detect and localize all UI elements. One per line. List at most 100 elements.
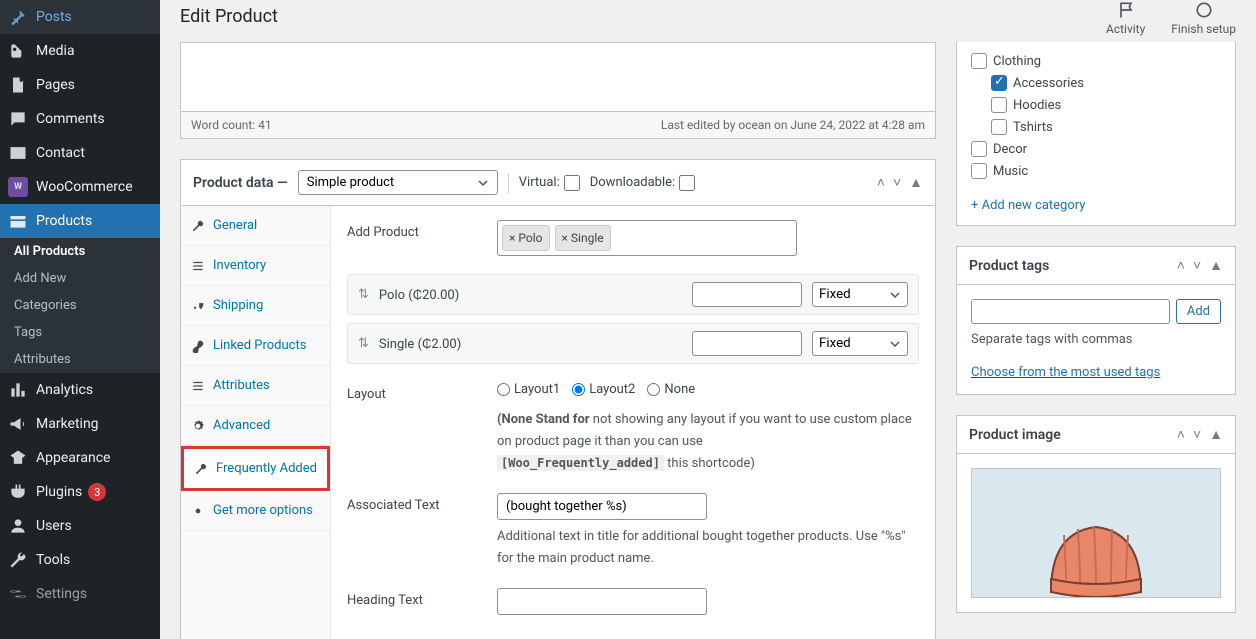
tab-frequently-added[interactable]: Frequently Added (181, 446, 330, 491)
flag-icon (1116, 0, 1136, 20)
tab-attributes[interactable]: Attributes (181, 366, 330, 406)
sidebar-item-media[interactable]: Media (0, 34, 160, 68)
tab-inventory[interactable]: Inventory (181, 246, 330, 286)
categories-box: Clothing Accessories Hoodies Tshirts Dec… (956, 42, 1236, 226)
tab-linked-products[interactable]: Linked Products (181, 326, 330, 366)
category-item[interactable]: Accessories (971, 72, 1221, 94)
sidebar-item-posts[interactable]: Posts (0, 0, 160, 34)
move-up-icon[interactable]: ˄ (1177, 257, 1185, 274)
category-item[interactable]: Tshirts (971, 116, 1221, 138)
drag-handle-icon[interactable]: ⇅ (358, 287, 369, 302)
downloadable-checkbox-label[interactable]: Downloadable: (590, 175, 695, 191)
add-tag-button[interactable]: Add (1176, 299, 1221, 324)
layout-radio-none[interactable]: None (647, 382, 695, 397)
drag-handle-icon[interactable]: ⇅ (358, 336, 369, 351)
sidebar-item-comments[interactable]: Comments (0, 102, 160, 136)
collapse-icon[interactable]: ▲ (1209, 426, 1223, 443)
downloadable-checkbox[interactable] (679, 175, 695, 191)
move-up-icon[interactable]: ˄ (877, 174, 885, 191)
layout-radio-2[interactable]: Layout2 (572, 382, 635, 397)
price-row: ⇅ Polo (₵20.00) Fixed (347, 274, 919, 315)
virtual-checkbox[interactable] (564, 175, 580, 191)
price-type-select[interactable]: Fixed (812, 282, 908, 307)
sidebar-label: Analytics (36, 382, 93, 398)
product-image-box: Product image ˄ ˅ ▲ (956, 415, 1236, 613)
sidebar-item-contact[interactable]: Contact (0, 136, 160, 170)
sidebar-item-pages[interactable]: Pages (0, 68, 160, 102)
tab-get-more-options[interactable]: Get more options (181, 491, 330, 531)
sidebar-label: Pages (36, 77, 75, 93)
sidebar-item-marketing[interactable]: Marketing (0, 407, 160, 441)
sidebar-label: Tools (36, 552, 70, 568)
add-category-link[interactable]: + Add new category (971, 198, 1085, 213)
collapse-icon[interactable]: ▲ (909, 174, 923, 191)
move-down-icon[interactable]: ˅ (1193, 426, 1201, 443)
tab-shipping[interactable]: Shipping (181, 286, 330, 326)
product-type-select[interactable]: Simple product (298, 170, 498, 195)
sidebar-item-woocommerce[interactable]: W WooCommerce (0, 170, 160, 204)
move-down-icon[interactable]: ˅ (1193, 257, 1201, 274)
word-count: Word count: 41 (191, 118, 272, 132)
move-up-icon[interactable]: ˄ (1177, 426, 1185, 443)
product-image-preview[interactable] (971, 468, 1221, 598)
submenu-add-new[interactable]: Add New (0, 265, 160, 292)
product-data-tabs: General Inventory Shipping Linked Produc… (181, 206, 331, 639)
editor-footer: Word count: 41 Last edited by ocean on J… (180, 112, 936, 139)
assoc-text-label: Associated Text (347, 493, 477, 513)
submenu-tags[interactable]: Tags (0, 319, 160, 346)
category-item[interactable]: Hoodies (971, 94, 1221, 116)
collapse-icon[interactable]: ▲ (1209, 257, 1223, 274)
editor-body[interactable] (180, 42, 936, 112)
heading-text-label: Heading Text (347, 588, 477, 608)
tab-general[interactable]: General (181, 206, 330, 246)
tab-advanced[interactable]: Advanced (181, 406, 330, 446)
tag-pill[interactable]: ×Polo (502, 225, 550, 251)
finish-label: Finish setup (1171, 22, 1236, 36)
virtual-checkbox-label[interactable]: Virtual: (519, 175, 580, 191)
sidebar-item-appearance[interactable]: Appearance (0, 441, 160, 475)
assoc-text-input[interactable] (497, 493, 707, 520)
category-item[interactable]: Decor (971, 138, 1221, 160)
remove-tag-icon[interactable]: × (562, 231, 568, 245)
woo-icon: W (8, 177, 28, 197)
assoc-text-help: Additional text in title for additional … (497, 526, 919, 570)
finish-setup-link[interactable]: Finish setup (1171, 0, 1236, 36)
sidebar-item-settings[interactable]: Settings (0, 577, 160, 611)
sidebar-item-tools[interactable]: Tools (0, 543, 160, 577)
submenu-categories[interactable]: Categories (0, 292, 160, 319)
sidebar-item-products[interactable]: Products (0, 204, 160, 238)
layout-radio-1[interactable]: Layout1 (497, 382, 560, 397)
product-data-title: Product data — (193, 175, 288, 191)
submenu-all-products[interactable]: All Products (0, 238, 160, 265)
move-down-icon[interactable]: ˅ (893, 174, 901, 191)
price-row: ⇅ Single (₵2.00) Fixed (347, 323, 919, 364)
choose-used-tags-link[interactable]: Choose from the most used tags (971, 365, 1160, 380)
plugins-count-badge: 3 (88, 483, 106, 501)
product-tags-box: Product tags ˄ ˅ ▲ Add Separate tags wit… (956, 246, 1236, 395)
price-row-name: Polo (₵20.00) (379, 287, 682, 303)
submenu-attributes[interactable]: Attributes (0, 346, 160, 373)
plugin-icon (8, 482, 28, 502)
remove-tag-icon[interactable]: × (509, 231, 515, 245)
category-item[interactable]: Music (971, 160, 1221, 182)
product-data-panel: Add Product ×Polo ×Single ⇅ (331, 206, 935, 639)
sidebar-label: Users (36, 518, 72, 534)
sidebar-item-plugins[interactable]: Plugins 3 (0, 475, 160, 509)
tag-input[interactable] (971, 299, 1170, 324)
price-value-input[interactable] (692, 331, 802, 356)
marketing-icon (8, 414, 28, 434)
sidebar-label: Appearance (36, 450, 110, 466)
sidebar-label: Posts (36, 9, 72, 25)
users-icon (8, 516, 28, 536)
page-icon (8, 75, 28, 95)
price-value-input[interactable] (692, 282, 802, 307)
category-item[interactable]: Clothing (971, 50, 1221, 72)
tag-pill[interactable]: ×Single (555, 225, 611, 251)
beanie-image (1036, 507, 1156, 597)
sidebar-item-analytics[interactable]: Analytics (0, 373, 160, 407)
add-product-tag-input[interactable]: ×Polo ×Single (497, 220, 797, 256)
price-type-select[interactable]: Fixed (812, 331, 908, 356)
activity-link[interactable]: Activity (1106, 0, 1145, 36)
sidebar-item-users[interactable]: Users (0, 509, 160, 543)
heading-text-input[interactable] (497, 588, 707, 615)
